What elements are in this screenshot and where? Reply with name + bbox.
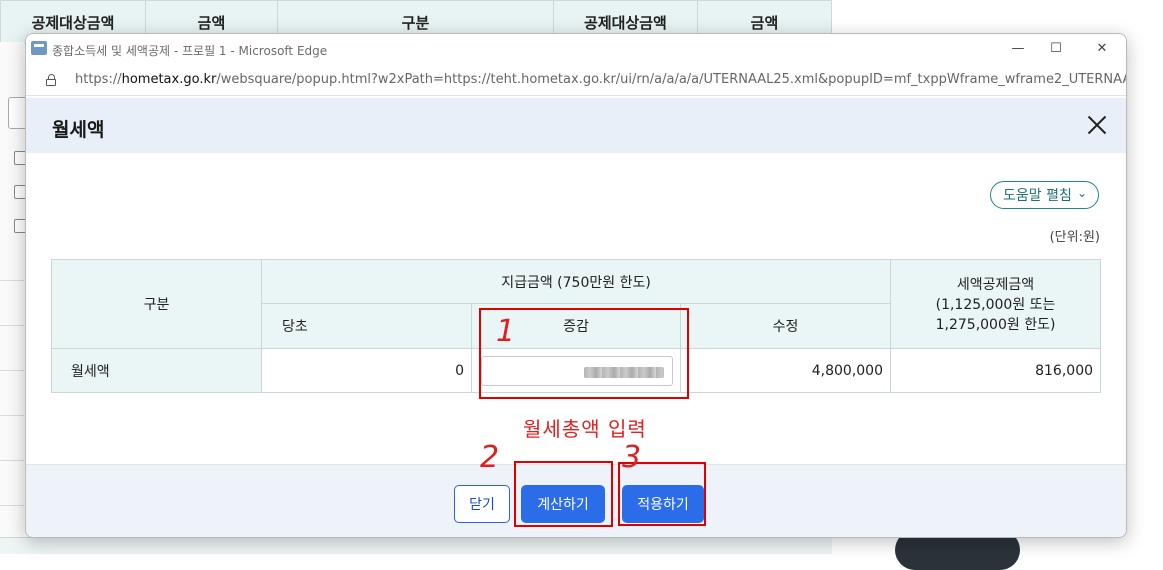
annotation-instruction: 월세총액 입력: [523, 417, 647, 441]
help-toggle-button[interactable]: 도움말 펼침 ⌄: [990, 181, 1099, 209]
url-text[interactable]: https://hometax.go.kr/websquare/popup.ht…: [75, 72, 1127, 87]
background-footer-row: [0, 537, 832, 554]
lock-icon[interactable]: [46, 74, 57, 86]
header-category: 구분: [51, 259, 262, 349]
close-icon[interactable]: [1084, 112, 1110, 138]
help-button-label: 도움말 펼침: [1003, 188, 1072, 204]
popup-title: 월세액: [52, 119, 105, 141]
annotation-step-3: 3: [622, 440, 642, 475]
window-titlebar: 종합소득세 및 세액공제 - 프로필 1 - Microsoft Edge — …: [26, 34, 1126, 65]
maximize-button[interactable]: ☐: [1042, 39, 1070, 59]
background-divider: [0, 280, 24, 281]
minimize-button[interactable]: —: [1004, 39, 1032, 59]
revised-amount: 4,800,000: [679, 348, 892, 393]
credit-amount: 816,000: [890, 348, 1102, 393]
annotation-step-2: 2: [480, 440, 500, 475]
header-initial: 당초: [261, 303, 472, 349]
hometax-app-icon: [31, 41, 47, 55]
background-divider: [0, 505, 24, 506]
initial-amount: 0: [261, 348, 472, 393]
url-host: hometax.go.kr: [121, 72, 217, 87]
window-title: 종합소득세 및 세액공제 - 프로필 1 - Microsoft Edge: [52, 44, 328, 58]
unit-label: (단위:원): [1049, 230, 1100, 245]
window-close-button[interactable]: ✕: [1088, 39, 1116, 59]
popup-header: 월세액: [26, 98, 1126, 153]
background-divider: [0, 460, 24, 461]
annotation-step-1: 1: [496, 314, 516, 349]
background-divider: [0, 415, 24, 416]
url-path: /websquare/popup.html?w2xPath=https://te…: [216, 72, 1127, 87]
row-label: 월세액: [51, 348, 262, 393]
close-button[interactable]: 닫기: [454, 485, 510, 523]
background-divider: [0, 325, 24, 326]
header-payment-group: 지급금액 (750만원 한도): [260, 259, 892, 304]
chevron-down-icon: ⌄: [1076, 186, 1087, 200]
header-revised: 수정: [679, 303, 892, 349]
annotation-box-calculate: [514, 461, 613, 527]
address-bar[interactable]: https://hometax.go.kr/websquare/popup.ht…: [26, 65, 1126, 96]
background-divider: [0, 370, 24, 371]
header-tax-credit: 세액공제금액 (1,125,000원 또는 1,275,000원 한도): [890, 259, 1102, 349]
